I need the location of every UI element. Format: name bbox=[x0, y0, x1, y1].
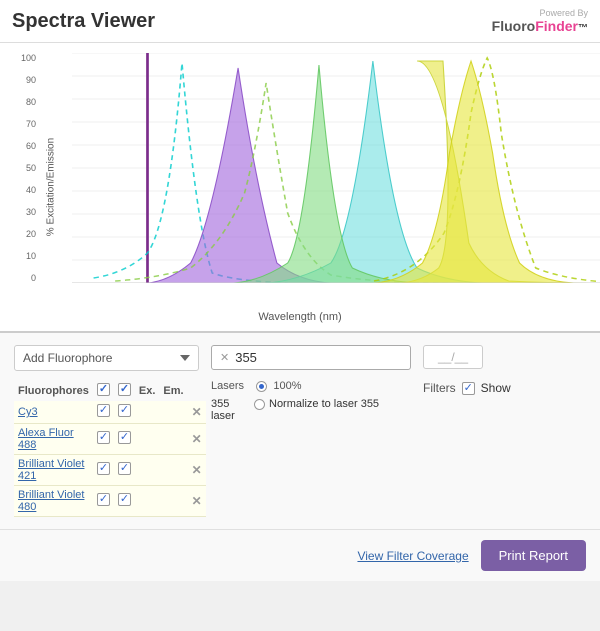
filters-show-checkbox[interactable] bbox=[462, 382, 475, 395]
print-report-button[interactable]: Print Report bbox=[481, 540, 586, 571]
y-tick-80: 80 bbox=[8, 97, 36, 107]
fluorophore-table: Fluorophores Ex. Em. Cy3 bbox=[14, 381, 206, 517]
bv421-em-checkbox[interactable] bbox=[118, 462, 131, 475]
y-tick-10: 10 bbox=[8, 251, 36, 261]
alexa488-ex-checkbox[interactable] bbox=[97, 431, 110, 444]
fluoro-link-alexa488[interactable]: Alexa Fluor 488 bbox=[18, 427, 74, 451]
chart-container: % Excitation/Emission 100 90 80 70 60 50… bbox=[0, 43, 600, 333]
spectra-chart: 300 600 bbox=[72, 53, 600, 283]
table-row: Alexa Fluor 488 ✕ bbox=[14, 424, 206, 455]
bv480-em-checkbox[interactable] bbox=[118, 493, 131, 506]
laser-radio-options: Normalize to laser 355 bbox=[254, 398, 379, 410]
cy3-remove[interactable]: ✕ bbox=[188, 401, 206, 424]
fluoro-name-bv480[interactable]: Brilliant Violet 480 bbox=[14, 486, 93, 517]
bv480-remove[interactable]: ✕ bbox=[188, 486, 206, 517]
bv421-remove[interactable]: ✕ bbox=[188, 455, 206, 486]
normalize-label: Normalize to laser 355 bbox=[269, 398, 379, 410]
col-header-fluorophores: Fluorophores bbox=[14, 381, 93, 401]
normalize-option[interactable]: Normalize to laser 355 bbox=[254, 398, 379, 410]
bv421-ex-check[interactable] bbox=[93, 455, 114, 486]
cy3-em-checkbox[interactable] bbox=[118, 404, 131, 417]
fluoro-finder-logo: Powered By FluoroFinder™ bbox=[492, 8, 588, 34]
filters-label: Filters bbox=[423, 381, 456, 395]
col-header-remove bbox=[188, 381, 206, 401]
bv421-ex-checkbox[interactable] bbox=[97, 462, 110, 475]
col-header-checkbox-all-em[interactable] bbox=[114, 381, 135, 401]
cy3-remove-icon[interactable]: ✕ bbox=[192, 405, 202, 419]
filters-label-row: Filters Show bbox=[423, 381, 586, 395]
cy3-em-check[interactable] bbox=[114, 401, 135, 424]
fluoro-name-alexa488[interactable]: Alexa Fluor 488 bbox=[14, 424, 93, 455]
normalize-radio[interactable] bbox=[254, 399, 265, 410]
laser-panel: ✕ 355 Lasers 100% 355 laser Normalize to… bbox=[211, 345, 411, 517]
bv480-ex-checkbox[interactable] bbox=[97, 493, 110, 506]
y-tick-70: 70 bbox=[8, 119, 36, 129]
filters-input-box[interactable]: __/__ bbox=[423, 345, 483, 369]
y-tick-50: 50 bbox=[8, 163, 36, 173]
fluoro-link-cy3[interactable]: Cy3 bbox=[18, 406, 38, 418]
show-label: Show bbox=[481, 381, 511, 395]
y-tick-20: 20 bbox=[8, 229, 36, 239]
logo-fluoro: Fluoro bbox=[492, 18, 536, 34]
percent-100-label: 100% bbox=[273, 380, 301, 392]
page-title: Spectra Viewer bbox=[12, 10, 155, 33]
check-all-ex-icon[interactable] bbox=[97, 383, 110, 396]
y-tick-0: 0 bbox=[8, 273, 36, 283]
footer: View Filter Coverage Print Report bbox=[0, 529, 600, 581]
laser-value[interactable]: 355 bbox=[235, 350, 257, 365]
laser-input-box: ✕ 355 bbox=[211, 345, 411, 370]
check-all-em-icon[interactable] bbox=[118, 383, 131, 396]
x-axis-label: Wavelength (nm) bbox=[258, 311, 341, 323]
col-header-checkbox-all-ex[interactable] bbox=[93, 381, 114, 401]
lasers-label: Lasers 100% bbox=[211, 380, 411, 392]
laser-row-355: 355 laser Normalize to laser 355 bbox=[211, 398, 411, 422]
col-header-em-label: Em. bbox=[159, 381, 187, 401]
alexa488-ex-check[interactable] bbox=[93, 424, 114, 455]
table-row: Brilliant Violet 480 ✕ bbox=[14, 486, 206, 517]
powered-by-label: Powered By bbox=[539, 8, 588, 18]
alexa488-em-checkbox[interactable] bbox=[118, 431, 131, 444]
bv421-em-check[interactable] bbox=[114, 455, 135, 486]
alexa488-remove-icon[interactable]: ✕ bbox=[192, 432, 202, 446]
bottom-panel: Add Fluorophore Fluorophores Ex. Em. bbox=[0, 333, 600, 529]
y-axis-labels: 100 90 80 70 60 50 40 30 20 10 0 bbox=[8, 53, 36, 283]
y-tick-30: 30 bbox=[8, 207, 36, 217]
fluoro-link-bv421[interactable]: Brilliant Violet 421 bbox=[18, 458, 84, 482]
fluoro-name-cy3[interactable]: Cy3 bbox=[14, 401, 93, 424]
y-tick-60: 60 bbox=[8, 141, 36, 151]
laser-355-label: 355 laser bbox=[211, 398, 246, 422]
logo-finder: Finder bbox=[535, 18, 578, 34]
y-tick-90: 90 bbox=[8, 75, 36, 85]
table-row: Cy3 ✕ bbox=[14, 401, 206, 424]
alexa488-remove[interactable]: ✕ bbox=[188, 424, 206, 455]
table-row: Brilliant Violet 421 ✕ bbox=[14, 455, 206, 486]
filters-panel: __/__ Filters Show bbox=[423, 345, 586, 517]
view-filter-link[interactable]: View Filter Coverage bbox=[357, 549, 468, 563]
y-tick-40: 40 bbox=[8, 185, 36, 195]
alexa488-em-check[interactable] bbox=[114, 424, 135, 455]
cy3-ex-checkbox[interactable] bbox=[97, 404, 110, 417]
bv480-em-check[interactable] bbox=[114, 486, 135, 517]
percent-100-radio[interactable] bbox=[256, 381, 267, 392]
add-fluorophore-select[interactable]: Add Fluorophore bbox=[14, 345, 199, 371]
bv480-remove-icon[interactable]: ✕ bbox=[192, 494, 202, 508]
y-axis-label: % Excitation/Emission bbox=[46, 138, 57, 236]
bv421-remove-icon[interactable]: ✕ bbox=[192, 463, 202, 477]
bv480-ex-check[interactable] bbox=[93, 486, 114, 517]
cy3-ex-check[interactable] bbox=[93, 401, 114, 424]
y-tick-100: 100 bbox=[8, 53, 36, 63]
logo-dot: ™ bbox=[578, 23, 588, 34]
fluorophore-panel: Add Fluorophore Fluorophores Ex. Em. bbox=[14, 345, 199, 517]
fluoro-name-bv421[interactable]: Brilliant Violet 421 bbox=[14, 455, 93, 486]
fluoro-link-bv480[interactable]: Brilliant Violet 480 bbox=[18, 489, 84, 513]
header: Spectra Viewer Powered By FluoroFinder™ bbox=[0, 0, 600, 43]
logo-text: FluoroFinder™ bbox=[492, 18, 588, 34]
col-header-ex-label: Ex. bbox=[135, 381, 160, 401]
laser-clear-icon[interactable]: ✕ bbox=[220, 351, 229, 364]
